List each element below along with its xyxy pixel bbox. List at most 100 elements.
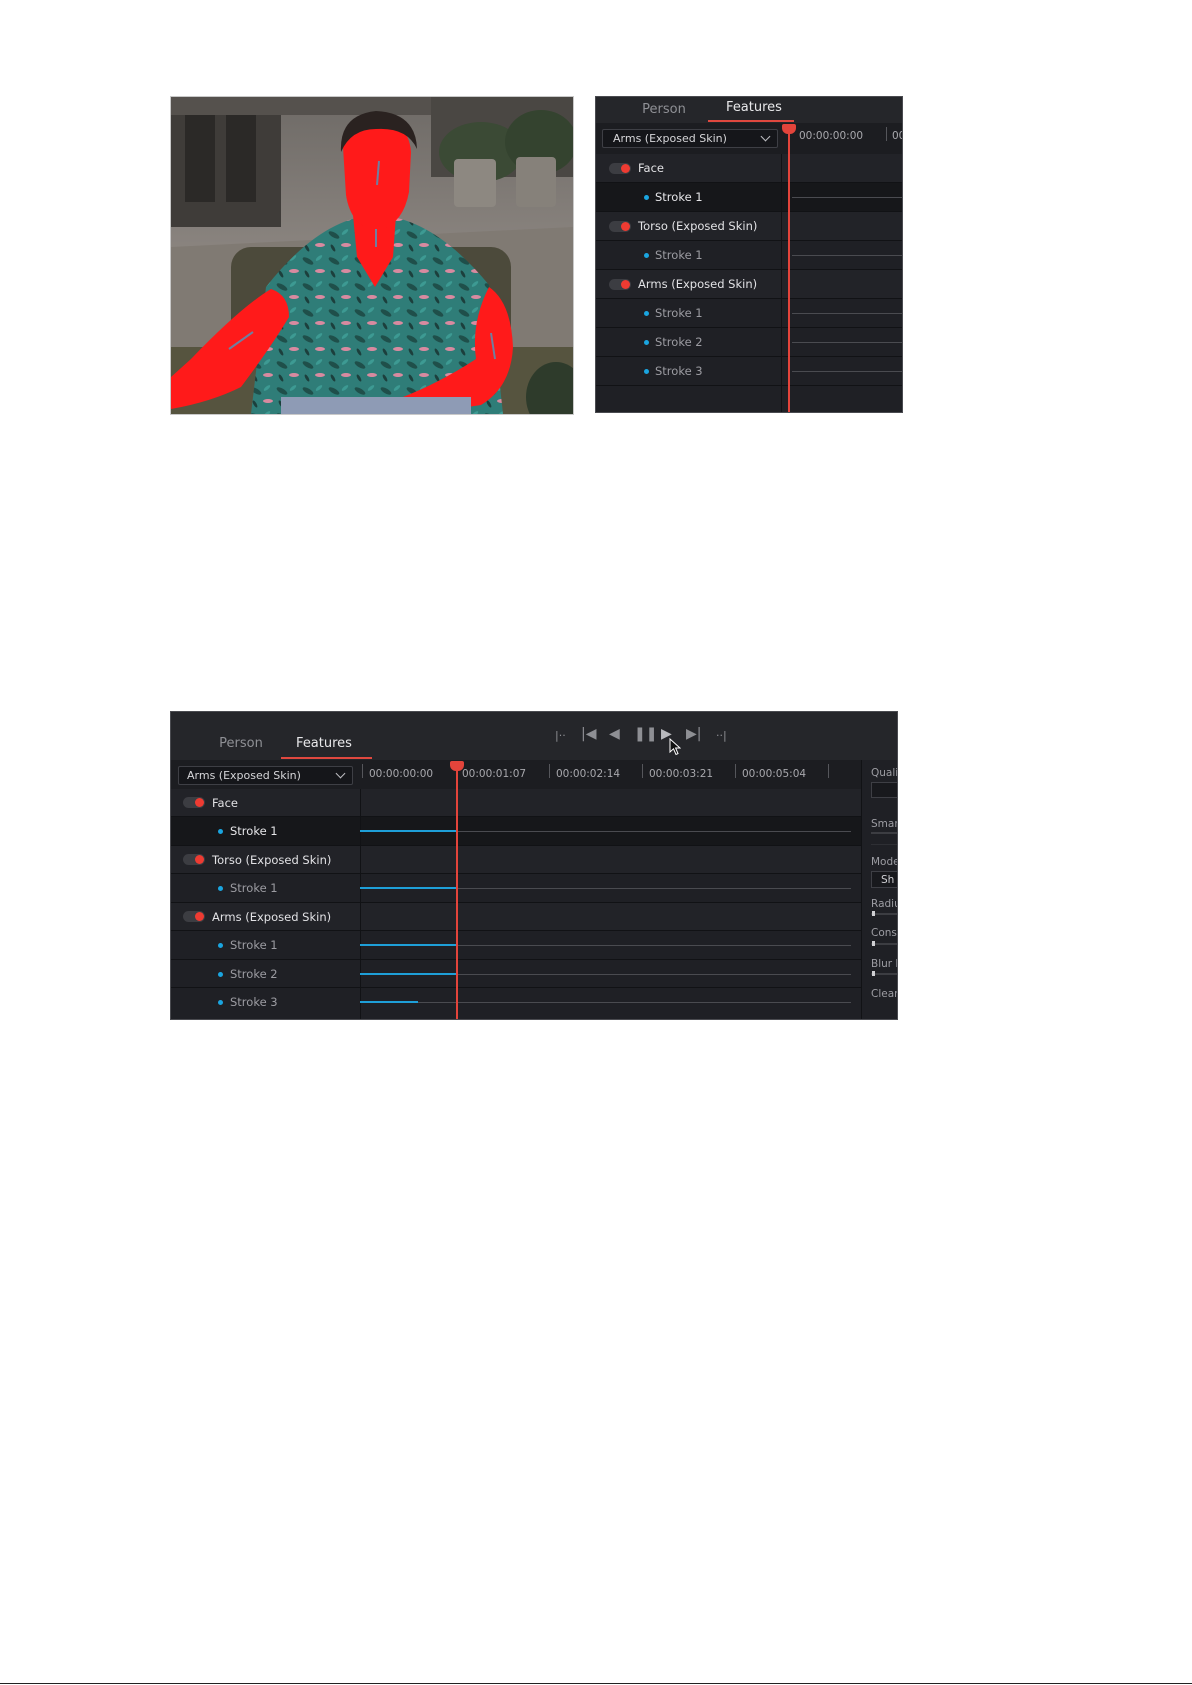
- feature-dropdown[interactable]: Arms (Exposed Skin): [602, 129, 778, 148]
- smart-refine-slider[interactable]: [871, 832, 897, 834]
- stroke-row[interactable]: Stroke 1: [596, 299, 902, 328]
- tab-features[interactable]: Features: [714, 100, 794, 115]
- previous-frame-button[interactable]: |◀: [581, 727, 596, 741]
- ruler-tick: [735, 764, 736, 778]
- stroke-label: Stroke 3: [230, 995, 278, 1009]
- feature-dropdown[interactable]: Arms (Exposed Skin): [178, 766, 353, 785]
- tracked-range: [360, 887, 456, 889]
- feature-label: Torso (Exposed Skin): [638, 219, 758, 233]
- pause-button[interactable]: ❚❚: [634, 727, 657, 741]
- ruler-timecode: 00: [892, 130, 902, 142]
- ruler-timecode: 00:00:02:14: [556, 768, 621, 780]
- feature-row-arms[interactable]: Arms (Exposed Skin): [171, 903, 861, 931]
- stroke-row[interactable]: Stroke 3: [171, 988, 861, 1019]
- ruler-timecode: 00:00:03:21: [649, 768, 714, 780]
- mouse-cursor-icon: [669, 738, 681, 756]
- ruler-timecode: 00:00:05:04: [742, 768, 807, 780]
- stroke-dot-icon: [218, 943, 223, 948]
- feature-label: Torso (Exposed Skin): [212, 853, 332, 867]
- blur-slider-knob[interactable]: [872, 971, 875, 976]
- feature-row-torso[interactable]: Torso (Exposed Skin): [596, 212, 902, 241]
- video-frame-preview: [170, 96, 574, 415]
- stroke-row[interactable]: Stroke 1: [596, 183, 902, 212]
- stroke-row[interactable]: Stroke 2: [171, 960, 861, 988]
- stroke-dot-icon: [644, 253, 649, 258]
- quality-label: Quali: [871, 767, 898, 779]
- track-reverse-button[interactable]: ◀: [609, 727, 620, 741]
- stroke-row[interactable]: Stroke 1: [171, 874, 861, 903]
- quality-select[interactable]: [871, 782, 897, 798]
- radius-label: Radiu: [871, 898, 898, 910]
- tab-features[interactable]: Features: [284, 736, 364, 751]
- tab-person[interactable]: Person: [634, 102, 694, 117]
- ruler-timecode: 00:00:01:07: [462, 768, 527, 780]
- consolidate-slider-knob[interactable]: [872, 941, 875, 946]
- ruler-tick: [886, 127, 887, 141]
- stroke-dot-icon: [218, 886, 223, 891]
- stroke-label: Stroke 1: [230, 881, 278, 895]
- feature-row-torso[interactable]: Torso (Exposed Skin): [171, 846, 861, 874]
- track-line: [792, 371, 902, 372]
- tracked-range: [360, 944, 456, 946]
- feature-dropdown-value: Arms (Exposed Skin): [187, 769, 301, 782]
- ruler-tick: [362, 764, 363, 778]
- feature-label: Arms (Exposed Skin): [212, 910, 332, 924]
- feature-toggle[interactable]: [609, 221, 631, 232]
- stroke-row[interactable]: Stroke 1: [171, 817, 861, 846]
- stroke-dot-icon: [644, 195, 649, 200]
- track-line: [360, 1002, 851, 1003]
- feature-row-face[interactable]: Face: [171, 789, 861, 817]
- feature-row-face[interactable]: Face: [596, 154, 902, 183]
- stroke-dot-icon: [644, 369, 649, 374]
- stroke-dot-icon: [218, 829, 223, 834]
- feature-toggle[interactable]: [609, 163, 631, 174]
- stroke-label: Stroke 1: [655, 248, 703, 262]
- stroke-row[interactable]: Stroke 3: [596, 357, 902, 386]
- feature-toggle[interactable]: [183, 854, 205, 865]
- stroke-row[interactable]: Stroke 2: [596, 328, 902, 357]
- stroke-dot-icon: [218, 972, 223, 977]
- next-frame-button[interactable]: ▶|: [686, 727, 701, 741]
- playhead[interactable]: [788, 131, 790, 412]
- blur-slider[interactable]: [871, 973, 897, 975]
- feature-label: Face: [212, 796, 239, 810]
- clean-label: Clean: [871, 988, 898, 1000]
- smart-refine-label: Smar: [871, 818, 898, 830]
- playhead-handle[interactable]: [782, 124, 796, 134]
- active-tab-indicator: [708, 120, 794, 122]
- stroke-row[interactable]: Stroke 1: [171, 931, 861, 960]
- stroke-label: Stroke 2: [655, 335, 703, 349]
- radius-slider[interactable]: [871, 913, 897, 915]
- go-to-start-button[interactable]: |··: [555, 729, 566, 743]
- chevron-down-icon: [335, 768, 346, 779]
- feature-toggle[interactable]: [609, 279, 631, 290]
- feature-row-arms[interactable]: Arms (Exposed Skin): [596, 270, 902, 299]
- track-line: [792, 197, 902, 198]
- playhead-handle[interactable]: [450, 761, 464, 771]
- ruler-timecode: 00:00:00:00: [799, 130, 864, 142]
- inspector-panel: Quali Smar Mode Sh Radiu Cons Blur l Cle…: [861, 760, 898, 1019]
- stroke-row[interactable]: Stroke 1: [596, 241, 902, 270]
- mode-select[interactable]: Sh: [871, 871, 897, 888]
- go-to-end-button[interactable]: ··|: [716, 729, 727, 743]
- tracked-range: [360, 830, 456, 832]
- stroke-label: Stroke 3: [655, 364, 703, 378]
- ruler-timecode: 00:00:00:00: [369, 768, 434, 780]
- features-panel-small: Person Features Arms (Exposed Skin) 00:0…: [595, 96, 903, 413]
- track-line: [792, 342, 902, 343]
- radius-slider-knob[interactable]: [872, 911, 875, 916]
- tab-person[interactable]: Person: [211, 736, 271, 751]
- mode-label: Mode: [871, 856, 898, 868]
- tracked-range: [360, 1001, 418, 1003]
- ruler-tick: [828, 764, 829, 778]
- blur-label: Blur l: [871, 958, 898, 970]
- page-bottom-rule: [0, 1683, 1192, 1684]
- stroke-label: Stroke 2: [230, 967, 278, 981]
- feature-toggle[interactable]: [183, 911, 205, 922]
- consolidate-slider[interactable]: [871, 943, 897, 945]
- active-tab-indicator: [281, 757, 372, 759]
- playhead[interactable]: [456, 768, 458, 1019]
- feature-label: Arms (Exposed Skin): [638, 277, 758, 291]
- feature-toggle[interactable]: [183, 797, 205, 808]
- stroke-label: Stroke 1: [655, 306, 703, 320]
